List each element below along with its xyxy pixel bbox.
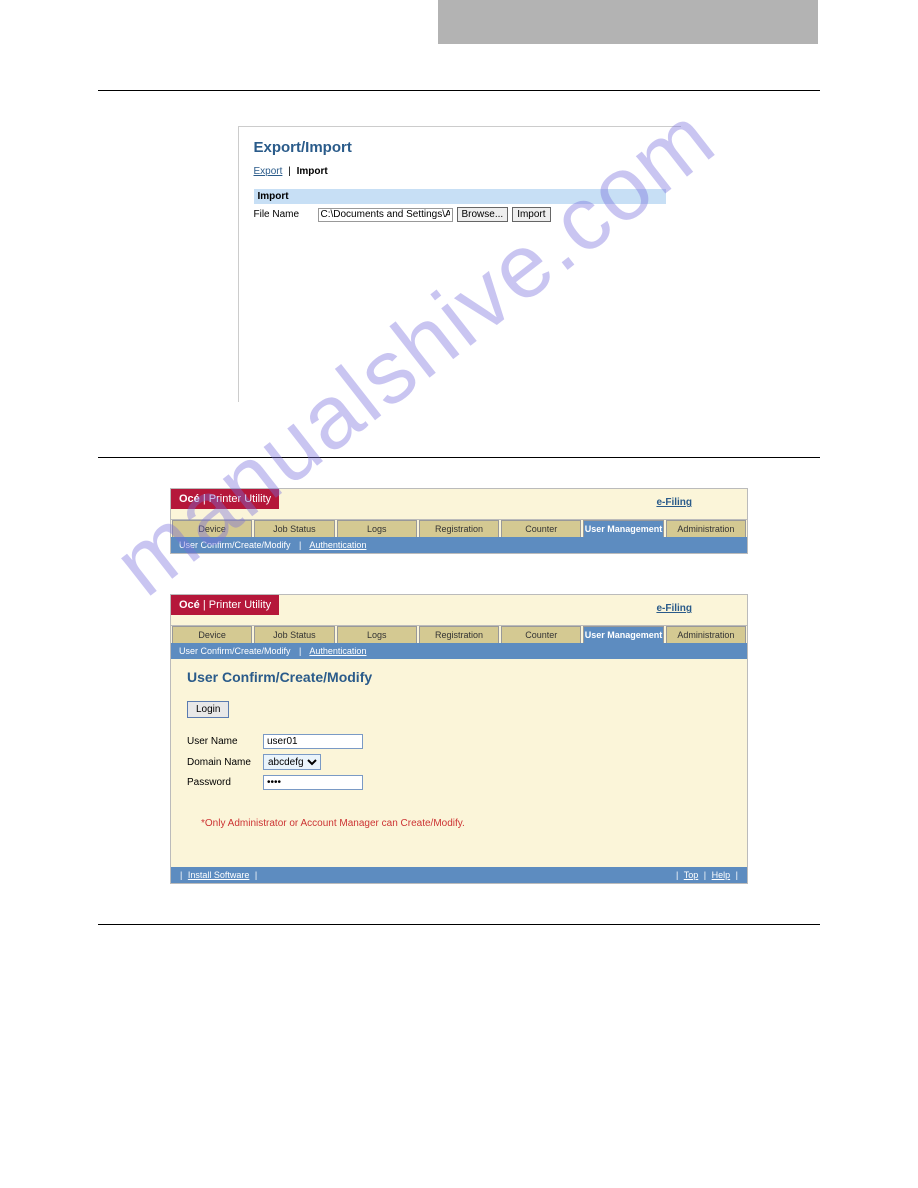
tab-export[interactable]: Export: [254, 166, 283, 177]
domain-row: Domain Name abcdefg: [187, 754, 731, 770]
brand-logo: Océ | Printer Utility: [171, 489, 279, 509]
export-import-panel: Export/Import Export | Import Import Fil…: [238, 126, 681, 402]
login-button[interactable]: Login: [187, 701, 229, 718]
username-label: User Name: [187, 736, 263, 747]
tab-administration[interactable]: Administration: [666, 520, 746, 537]
divider-top: [98, 90, 820, 91]
subnav-user[interactable]: User Confirm/Create/Modify: [179, 540, 291, 550]
main-tabs: Device Job Status Logs Registration Coun…: [171, 519, 747, 537]
tab-job-status[interactable]: Job Status: [254, 520, 334, 537]
tab-logs[interactable]: Logs: [337, 520, 417, 537]
password-label: Password: [187, 777, 263, 788]
filename-input[interactable]: [318, 208, 453, 222]
username-row: User Name: [187, 734, 731, 749]
subnav-3: User Confirm/Create/Modify | Authenticat…: [171, 643, 747, 659]
browse-button[interactable]: Browse...: [457, 207, 509, 222]
tab-counter-3[interactable]: Counter: [501, 626, 581, 643]
install-software-link[interactable]: Install Software: [188, 870, 250, 880]
tab-device[interactable]: Device: [172, 520, 252, 537]
tab-import[interactable]: Import: [297, 166, 328, 177]
panel-title: Export/Import: [254, 139, 666, 156]
divider-bottom: [98, 924, 820, 925]
tab-registration-3[interactable]: Registration: [419, 626, 499, 643]
tab-counter[interactable]: Counter: [501, 520, 581, 537]
tab-logs-3[interactable]: Logs: [337, 626, 417, 643]
tab-job-status-3[interactable]: Job Status: [254, 626, 334, 643]
header-gray-box: [438, 0, 818, 44]
top-link[interactable]: Top: [684, 870, 699, 880]
password-input[interactable]: [263, 775, 363, 790]
filename-label: File Name: [254, 209, 314, 220]
filename-row: File Name Browse... Import: [254, 207, 666, 222]
brand-bar: Océ | Printer Utility e-Filing: [171, 489, 747, 519]
efiling-link-3[interactable]: e-Filing: [656, 603, 692, 614]
domain-select[interactable]: abcdefg: [263, 754, 321, 770]
user-confirm-panel: Océ | Printer Utility e-Filing Device Jo…: [170, 594, 748, 884]
tab-registration[interactable]: Registration: [419, 520, 499, 537]
import-button[interactable]: Import: [512, 207, 550, 222]
password-row: Password: [187, 775, 731, 790]
tab-user-management[interactable]: User Management: [583, 520, 663, 537]
subnav-auth-3[interactable]: Authentication: [309, 646, 366, 656]
admin-note: *Only Administrator or Account Manager c…: [201, 818, 731, 829]
form-title: User Confirm/Create/Modify: [187, 669, 731, 685]
tab-administration-3[interactable]: Administration: [666, 626, 746, 643]
panel-tabs: Export | Import: [254, 166, 666, 177]
username-input[interactable]: [263, 734, 363, 749]
divider-mid: [98, 457, 820, 458]
brand-logo-3: Océ | Printer Utility: [171, 595, 279, 615]
brand-bar-3: Océ | Printer Utility e-Filing: [171, 595, 747, 625]
main-tabs-3: Device Job Status Logs Registration Coun…: [171, 625, 747, 643]
import-section-header: Import: [254, 189, 666, 204]
tab-device-3[interactable]: Device: [172, 626, 252, 643]
subnav: User Confirm/Create/Modify | Authenticat…: [171, 537, 747, 553]
subnav-auth[interactable]: Authentication: [309, 540, 366, 550]
tab-user-management-3[interactable]: User Management: [583, 626, 663, 643]
printer-utility-tabs-panel: Océ | Printer Utility e-Filing Device Jo…: [170, 488, 748, 554]
subnav-user-3[interactable]: User Confirm/Create/Modify: [179, 646, 291, 656]
efiling-link[interactable]: e-Filing: [656, 497, 692, 508]
login-form: User Confirm/Create/Modify Login User Na…: [171, 659, 747, 867]
domain-label: Domain Name: [187, 757, 263, 768]
footer-bar: | Install Software | | Top | Help |: [171, 867, 747, 883]
help-link[interactable]: Help: [712, 870, 731, 880]
